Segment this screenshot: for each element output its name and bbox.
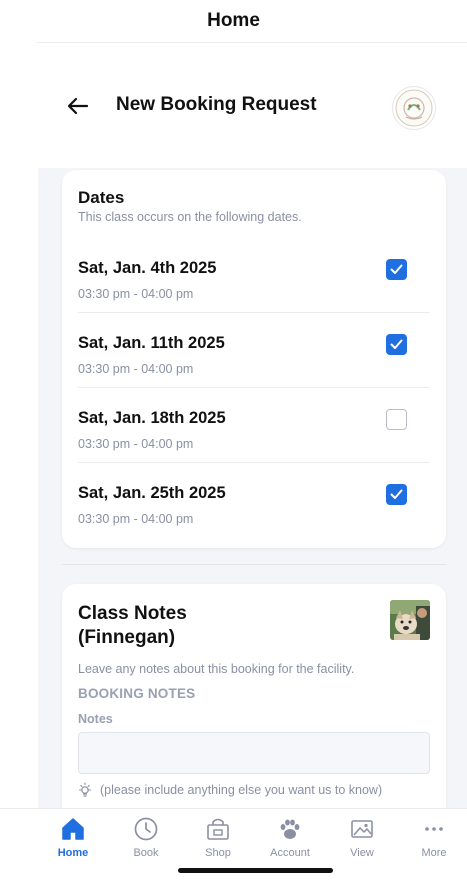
- section-divider: [62, 564, 446, 565]
- checkmark-icon: [390, 489, 403, 499]
- checkmark-icon: [390, 264, 403, 274]
- date-time: 03:30 pm - 04:00 pm: [78, 287, 194, 301]
- class-notes-title-line2: (Finnegan): [78, 627, 176, 648]
- tab-label: Book: [133, 847, 159, 859]
- date-checkbox[interactable]: [386, 409, 407, 430]
- image-icon: [348, 815, 376, 843]
- back-button[interactable]: [64, 92, 92, 120]
- dates-subtitle: This class occurs on the following dates…: [78, 210, 302, 224]
- date-label: Sat, Jan. 18th 2025: [78, 409, 226, 427]
- app-screen: Home New Booking Request Dates This clas…: [0, 0, 467, 884]
- date-row[interactable]: Sat, Jan. 11th 2025 03:30 pm - 04:00 pm: [78, 313, 430, 388]
- page-title: New Booking Request: [116, 94, 317, 115]
- facility-logo-icon: [395, 89, 433, 127]
- tab-book[interactable]: Book: [111, 815, 181, 863]
- date-label: Sat, Jan. 25th 2025: [78, 484, 226, 502]
- pet-photo: [390, 600, 430, 640]
- tab-home[interactable]: Home: [38, 815, 108, 863]
- class-notes-title-line1: Class Notes: [78, 603, 187, 624]
- title-divider: [36, 42, 467, 43]
- date-row[interactable]: Sat, Jan. 18th 2025 03:30 pm - 04:00 pm: [78, 388, 430, 463]
- date-label: Sat, Jan. 11th 2025: [78, 334, 225, 352]
- tab-account[interactable]: Account: [255, 815, 325, 863]
- tab-more[interactable]: More: [399, 815, 467, 863]
- booking-notes-heading: BOOKING NOTES: [78, 686, 196, 701]
- arrow-left-icon: [67, 97, 89, 115]
- shop-icon: [204, 815, 232, 843]
- date-time: 03:30 pm - 04:00 pm: [78, 437, 194, 451]
- date-time: 03:30 pm - 04:00 pm: [78, 362, 194, 376]
- more-icon: [420, 815, 448, 843]
- notes-field-label: Notes: [78, 712, 113, 726]
- dates-title: Dates: [78, 188, 125, 207]
- home-icon: [59, 815, 87, 843]
- tab-label: More: [421, 847, 447, 859]
- home-indicator: [178, 868, 333, 873]
- tab-label: Account: [270, 847, 310, 859]
- clock-icon: [132, 815, 160, 843]
- date-row[interactable]: Sat, Jan. 25th 2025 03:30 pm - 04:00 pm: [78, 463, 430, 538]
- class-notes-title: Class Notes (Finnegan): [78, 602, 278, 650]
- paw-icon: [276, 815, 304, 843]
- date-row[interactable]: Sat, Jan. 4th 2025 03:30 pm - 04:00 pm: [78, 238, 430, 313]
- facility-logo[interactable]: [392, 86, 436, 130]
- tab-label: Shop: [205, 847, 231, 859]
- page-header: New Booking Request: [0, 72, 467, 138]
- checkmark-icon: [390, 339, 403, 349]
- date-time: 03:30 pm - 04:00 pm: [78, 512, 194, 526]
- class-notes-description: Leave any notes about this booking for t…: [78, 662, 355, 676]
- class-notes-card: Class Notes (Finnegan) Leave any notes a…: [62, 584, 446, 814]
- tab-label: Home: [57, 847, 89, 859]
- date-checkbox[interactable]: [386, 259, 407, 280]
- screen-title: Home: [207, 10, 260, 31]
- date-checkbox[interactable]: [386, 334, 407, 355]
- lightbulb-icon: [78, 782, 92, 797]
- notes-hint: (please include anything else you want u…: [78, 782, 382, 798]
- tab-view[interactable]: View: [327, 815, 397, 863]
- dog-photo-icon: [390, 600, 430, 640]
- date-label: Sat, Jan. 4th 2025: [78, 259, 217, 277]
- dates-card: Dates This class occurs on the following…: [62, 170, 446, 548]
- tab-label: View: [350, 847, 374, 859]
- notes-hint-text: (please include anything else you want u…: [100, 783, 383, 797]
- tab-shop[interactable]: Shop: [183, 815, 253, 863]
- notes-input[interactable]: [78, 732, 430, 774]
- date-checkbox[interactable]: [386, 484, 407, 505]
